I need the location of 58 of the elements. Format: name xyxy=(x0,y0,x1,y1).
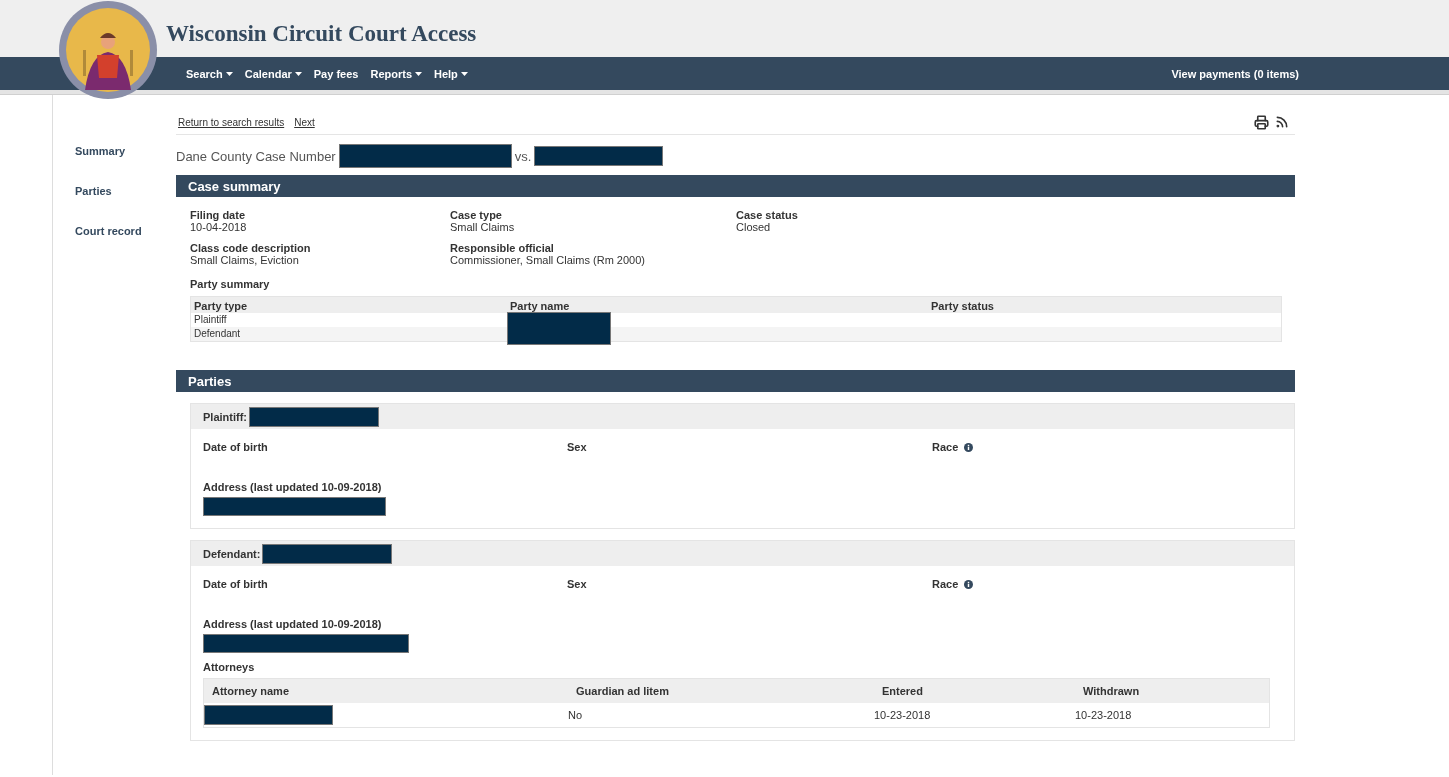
nav-link[interactable]: Next xyxy=(294,117,315,128)
print-icon[interactable] xyxy=(1254,115,1269,130)
info-icon[interactable] xyxy=(964,442,974,452)
nav-menu-item[interactable]: Calendar xyxy=(244,67,302,80)
address-label: Address (last updated 10-09-2018) xyxy=(203,618,383,630)
nav-menu-item[interactable]: Pay fees xyxy=(313,67,359,80)
field-label: Responsible official xyxy=(450,242,555,254)
column-header: Attorney name xyxy=(204,679,568,703)
table-cell-text: Plaintiff xyxy=(193,313,228,327)
party-role: Defendant: xyxy=(203,547,261,560)
site-title: Wisconsin Circuit Court Access xyxy=(166,20,477,47)
caret-icon xyxy=(294,71,302,76)
caret-icon xyxy=(460,71,468,76)
nav-menu-item[interactable]: Help xyxy=(434,67,468,80)
versus-label: vs. xyxy=(514,148,532,164)
address-label: Address (last updated 10-09-2018) xyxy=(203,481,383,493)
case-number-label: Dane County Case Number xyxy=(176,148,336,164)
field-label: Sex xyxy=(567,441,587,453)
field-label: Sex xyxy=(567,578,587,590)
nav-menu-item[interactable]: Reports xyxy=(370,67,422,80)
caret-icon xyxy=(225,71,233,76)
attorneys-title: Attorneys xyxy=(202,660,256,675)
sidebar-link[interactable]: Parties xyxy=(75,185,176,197)
party-role: Plaintiff: xyxy=(203,410,247,423)
sidebar-link[interactable]: Summary xyxy=(75,145,176,157)
field-label: Date of birth xyxy=(203,578,268,590)
table-cell: 10-23-2018 xyxy=(1075,709,1132,721)
rss-icon[interactable] xyxy=(1275,115,1289,129)
nav-link[interactable]: Return to search results xyxy=(178,117,285,128)
table-cell-text: Defendant xyxy=(193,327,242,341)
field-label: Race xyxy=(932,578,959,590)
caret-icon xyxy=(415,71,422,76)
nav-menu-item[interactable]: Search xyxy=(186,67,233,80)
column-header: Party name xyxy=(509,299,571,313)
field-label: Filing date xyxy=(190,209,246,221)
field-label: Date of birth xyxy=(203,441,268,453)
column-header: Party type xyxy=(193,299,249,313)
column-header: Entered xyxy=(874,679,1075,703)
field-label: Case type xyxy=(450,209,503,221)
sidebar-link[interactable]: Court record xyxy=(75,225,176,237)
section-header: Case summary xyxy=(176,175,1295,197)
field-value: Closed xyxy=(736,221,772,233)
field-value: Commissioner, Small Claims (Rm 2000) xyxy=(450,254,646,266)
field-value: Small Claims, Eviction xyxy=(190,254,300,266)
column-header: Guardian ad litem xyxy=(568,679,874,703)
field-label: Case status xyxy=(736,209,799,221)
table-cell: No xyxy=(568,709,583,721)
section-header: Parties xyxy=(176,370,1295,392)
field-label: Class code description xyxy=(190,242,312,254)
field-value: 10-04-2018 xyxy=(190,221,248,233)
view-payments-link[interactable]: View payments (0 items) xyxy=(1171,67,1299,80)
field-label: Race xyxy=(932,441,959,453)
info-icon[interactable] xyxy=(964,579,974,589)
column-header: Withdrawn xyxy=(1075,679,1269,703)
table-cell: 10-23-2018 xyxy=(874,709,931,721)
party-summary-title: Party summary xyxy=(189,277,271,292)
field-value: Small Claims xyxy=(450,221,516,233)
column-header: Party status xyxy=(930,299,995,313)
